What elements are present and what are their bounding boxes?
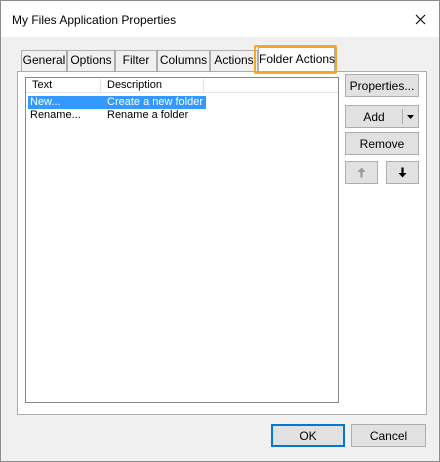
list-item-description: Rename a folder (107, 109, 189, 121)
tab-options[interactable]: Options (67, 50, 115, 71)
folder-actions-list[interactable]: Text Description New... Create a new fol… (25, 77, 339, 403)
properties-button[interactable]: Properties... (345, 74, 419, 97)
ok-button[interactable]: OK (271, 424, 345, 447)
close-icon (415, 14, 425, 24)
remove-button[interactable]: Remove (345, 132, 419, 155)
properties-dialog: My Files Application Properties General … (0, 0, 440, 462)
tab-actions[interactable]: Actions (210, 50, 258, 71)
title-bar: My Files Application Properties (1, 1, 439, 37)
list-item-text: New... (30, 96, 61, 108)
cancel-button[interactable]: Cancel (351, 424, 426, 447)
column-header-description[interactable]: Description (101, 78, 204, 93)
column-header-text[interactable]: Text (26, 78, 101, 93)
tab-filter[interactable]: Filter (115, 50, 157, 71)
move-up-button[interactable] (345, 161, 378, 184)
list-item-text: Rename... (30, 109, 81, 121)
close-button[interactable] (405, 7, 435, 31)
add-button-label: Add (363, 109, 385, 124)
move-down-button[interactable] (386, 161, 419, 184)
arrow-down-icon (398, 167, 407, 178)
list-item[interactable]: Rename... Rename a folder (28, 109, 208, 122)
add-split-button[interactable]: Add (345, 105, 419, 128)
split-separator (402, 109, 403, 124)
tab-general[interactable]: General (21, 50, 67, 71)
list-item[interactable]: New... Create a new folder (28, 96, 206, 109)
list-header: Text Description (26, 78, 338, 93)
tab-folder-actions[interactable]: Folder Actions (258, 47, 335, 71)
window-title: My Files Application Properties (12, 13, 177, 27)
list-item-description: Create a new folder (107, 96, 203, 108)
tab-columns[interactable]: Columns (157, 50, 210, 71)
arrow-up-icon (357, 167, 366, 178)
dropdown-arrow-icon[interactable] (407, 115, 414, 119)
